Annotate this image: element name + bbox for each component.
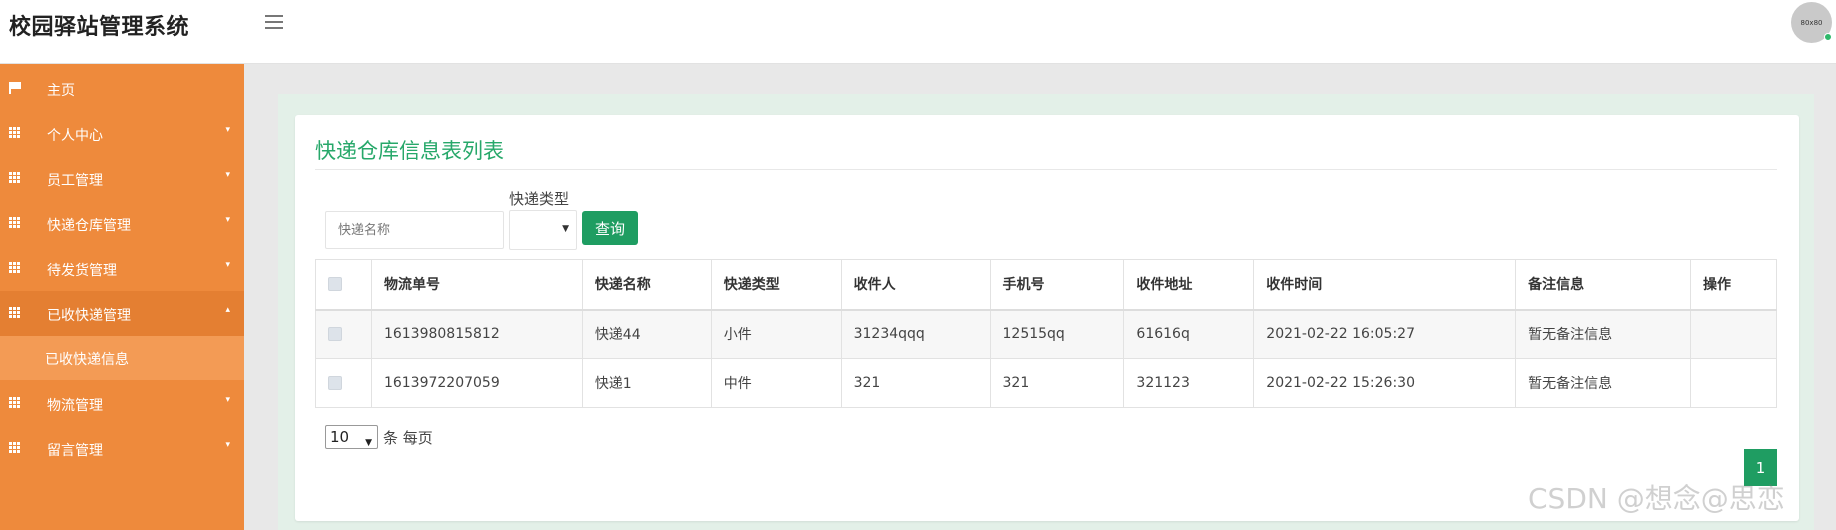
grid-icon xyxy=(9,442,22,454)
grid-icon xyxy=(9,127,22,139)
express-name-cell: 快递1 xyxy=(581,358,712,408)
express-type-select[interactable]: ▼ xyxy=(509,210,577,250)
sidebar-item-staff[interactable]: 员工管理 ▾ xyxy=(0,156,244,201)
per-page-label: 条 每页 xyxy=(383,429,433,447)
express-table: 物流单号 快递名称 快递类型 收件人 手机号 收件地址 收件时间 备注信息 操作… xyxy=(315,259,1778,408)
express-name-search-input[interactable] xyxy=(325,211,504,249)
page-size-select[interactable]: 10 ▼ xyxy=(325,425,378,449)
phone-cell: 12515qq xyxy=(989,309,1125,359)
dropdown-arrow-icon: ▼ xyxy=(365,438,372,448)
chevron-down-icon: ▾ xyxy=(225,260,230,270)
sidebar: 主页 个人中心 ▾ 员工管理 ▾ 快递仓库管理 ▾ 待发货管理 ▾ 已收快递管理… xyxy=(0,64,244,530)
row-checkbox[interactable] xyxy=(328,327,342,342)
actions-cell xyxy=(1689,358,1778,408)
actions-cell xyxy=(1689,309,1778,359)
address-cell: 61616q xyxy=(1123,309,1255,359)
recipient-cell: 31234qqq xyxy=(840,309,991,359)
sidebar-item-label: 物流管理 xyxy=(47,398,103,414)
column-header: 手机号 xyxy=(989,259,1125,310)
sidebar-item-logistics[interactable]: 物流管理 ▾ xyxy=(0,381,244,426)
sidebar-item-home[interactable]: 主页 xyxy=(0,66,244,111)
recipient-cell: 321 xyxy=(840,358,991,408)
app-title: 校园驿站管理系统 xyxy=(9,15,190,40)
tracking-number-cell: 1613980815812 xyxy=(370,309,583,359)
table-header-row: 物流单号 快递名称 快递类型 收件人 手机号 收件地址 收件时间 备注信息 操作 xyxy=(315,259,1778,310)
column-header: 操作 xyxy=(1689,259,1778,310)
sidebar-item-received[interactable]: 已收快递管理 ▴ xyxy=(0,291,244,336)
grid-icon xyxy=(9,262,22,274)
sidebar-subitem-received-info[interactable]: 已收快递信息 xyxy=(0,336,244,380)
sidebar-item-label: 个人中心 xyxy=(47,128,103,144)
table-row: 1613980815812 快递44 小件 31234qqq 12515qq 6… xyxy=(315,309,1778,359)
row-checkbox[interactable] xyxy=(328,376,342,390)
column-header: 收件人 xyxy=(840,259,991,310)
row-select-cell xyxy=(315,309,372,359)
sidebar-item-label: 主页 xyxy=(47,83,75,99)
grid-icon xyxy=(9,217,22,229)
column-header: 快递类型 xyxy=(710,259,842,310)
sidebar-item-label: 待发货管理 xyxy=(47,263,117,279)
column-header: 收件地址 xyxy=(1123,259,1255,310)
express-name-cell: 快递44 xyxy=(581,309,712,359)
watermark: CSDN @想念@思恋 xyxy=(1528,482,1785,515)
grid-icon xyxy=(9,397,22,409)
column-header: 物流单号 xyxy=(370,259,583,310)
sidebar-item-messages[interactable]: 留言管理 ▾ xyxy=(0,426,244,471)
phone-cell: 321 xyxy=(989,358,1125,408)
column-header: 备注信息 xyxy=(1515,259,1691,310)
row-select-cell xyxy=(315,358,372,408)
received-time-cell: 2021-02-22 16:05:27 xyxy=(1253,309,1517,359)
grid-icon xyxy=(9,172,22,184)
express-type-label: 快递类型 xyxy=(509,190,570,208)
sidebar-item-label: 快递仓库管理 xyxy=(47,218,131,234)
select-all-checkbox[interactable] xyxy=(328,277,342,292)
column-header: 快递名称 xyxy=(581,259,712,310)
remark-cell: 暂无备注信息 xyxy=(1515,358,1691,408)
online-status-dot xyxy=(1824,33,1832,41)
dropdown-arrow-icon: ▼ xyxy=(562,224,569,234)
address-cell: 321123 xyxy=(1123,358,1255,408)
chevron-down-icon: ▾ xyxy=(225,215,230,225)
chevron-down-icon: ▾ xyxy=(225,170,230,180)
chevron-down-icon: ▾ xyxy=(225,440,230,450)
top-bar: 校园驿站管理系统 80x80 xyxy=(0,0,1836,64)
sidebar-item-warehouse[interactable]: 快递仓库管理 ▾ xyxy=(0,201,244,246)
column-header: 收件时间 xyxy=(1253,259,1517,310)
express-type-cell: 小件 xyxy=(710,309,842,359)
received-time-cell: 2021-02-22 15:26:30 xyxy=(1253,358,1517,408)
sidebar-item-label: 留言管理 xyxy=(47,443,103,459)
express-type-cell: 中件 xyxy=(710,358,842,408)
sidebar-item-pending-shipment[interactable]: 待发货管理 ▾ xyxy=(0,246,244,291)
chevron-down-icon: ▾ xyxy=(225,395,230,405)
flag-icon xyxy=(9,82,22,94)
sidebar-subitem-label: 已收快递信息 xyxy=(45,352,129,368)
sidebar-item-label: 已收快递管理 xyxy=(47,308,131,324)
chevron-down-icon: ▾ xyxy=(225,125,230,135)
sidebar-item-label: 员工管理 xyxy=(47,173,103,189)
page-title: 快递仓库信息表列表 xyxy=(315,139,504,163)
table-row: 1613972207059 快递1 中件 321 321 321123 2021… xyxy=(315,358,1778,408)
grid-icon xyxy=(9,307,22,319)
chevron-up-icon: ▴ xyxy=(225,305,230,315)
tracking-number-cell: 1613972207059 xyxy=(370,358,583,408)
title-divider xyxy=(315,169,1777,170)
page-size-value: 10 xyxy=(330,428,350,446)
select-all-cell xyxy=(315,259,372,310)
sidebar-item-profile[interactable]: 个人中心 ▾ xyxy=(0,111,244,156)
remark-cell: 暂无备注信息 xyxy=(1515,309,1691,359)
query-button[interactable]: 查询 xyxy=(582,211,638,245)
hamburger-menu-icon[interactable] xyxy=(262,13,286,31)
